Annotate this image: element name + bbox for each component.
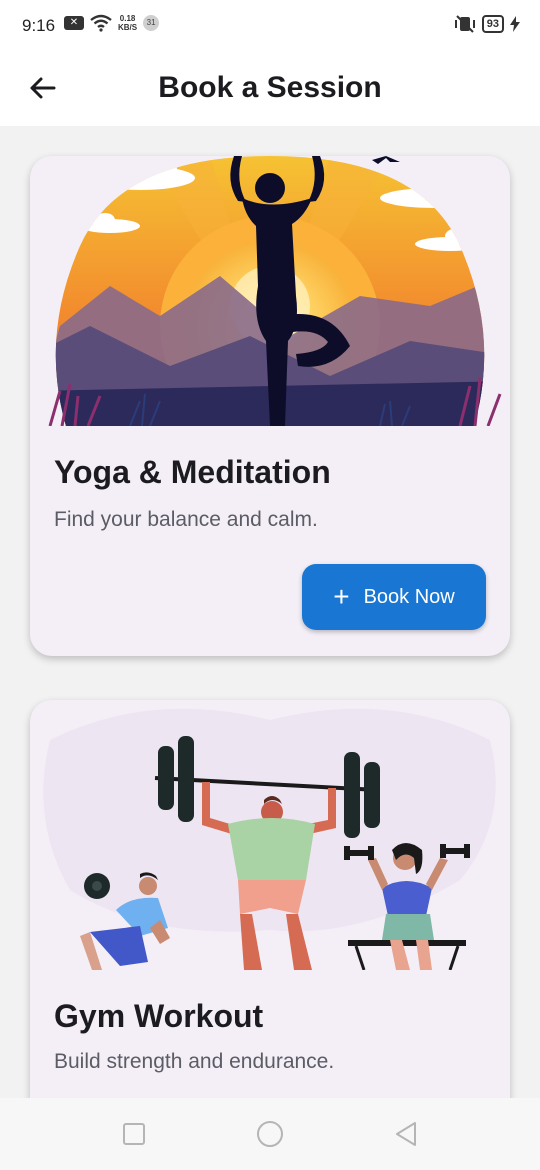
gym-illustration (43, 708, 496, 970)
plus-icon: + (333, 581, 350, 612)
page-title: Book a Session (158, 71, 382, 104)
session-card-yoga[interactable]: Yoga & Meditation Find your balance and … (30, 156, 510, 656)
system-nav-bar (0, 1098, 540, 1170)
book-now-label: Book Now (363, 585, 455, 608)
session-card-gym[interactable]: Gym Workout Build strength and endurance… (30, 700, 510, 1120)
charging-icon (510, 16, 520, 32)
speed-value: 0.18 (119, 14, 136, 23)
network-speed: 0.18 KB/S (118, 14, 137, 32)
battery-indicator: 93 (481, 15, 504, 33)
status-time: 9:16 (22, 16, 56, 35)
status-icons-left: ✕ 0.18 KB/S 31 (64, 14, 160, 32)
status-icons-right: 93 (454, 14, 520, 34)
square-icon[interactable] (120, 1120, 148, 1148)
app-bar: Book a Session (0, 56, 540, 126)
notification-badge: 31 (143, 15, 160, 31)
session-title: Gym Workout (54, 998, 264, 1034)
yoga-illustration (48, 156, 502, 426)
status-bar: 9:16 ✕ 0.18 KB/S 31 93 (0, 0, 540, 56)
circle-icon[interactable] (256, 1120, 284, 1148)
session-title: Yoga & Meditation (54, 454, 331, 490)
triangle-back-icon[interactable] (392, 1120, 420, 1148)
session-subtitle: Find your balance and calm. (54, 508, 318, 531)
session-subtitle: Build strength and endurance. (54, 1050, 335, 1073)
book-now-button[interactable]: + Book Now (302, 564, 486, 630)
wifi-icon (90, 14, 112, 32)
speed-unit: KB/S (118, 23, 138, 32)
notification-x-icon: ✕ (64, 16, 84, 30)
vibrate-mute-icon (454, 15, 475, 33)
